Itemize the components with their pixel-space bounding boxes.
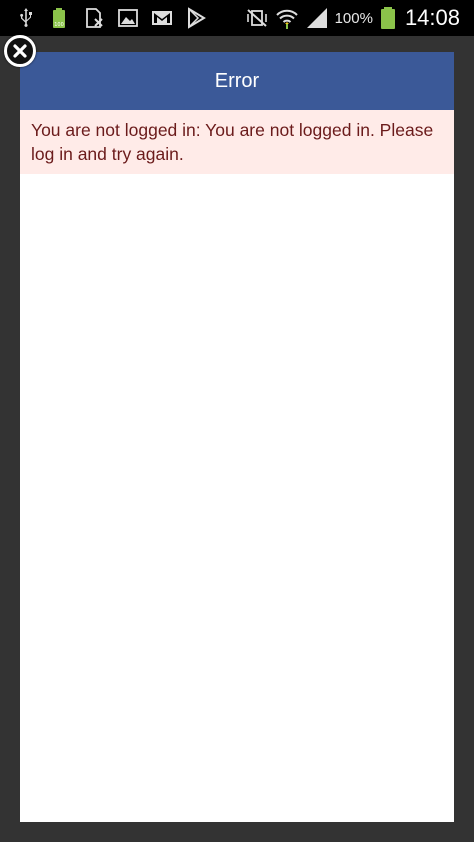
wifi-icon: [275, 6, 299, 30]
dialog-overlay: Error You are not logged in: You are not…: [0, 36, 474, 842]
status-bar: 100 100% 14:08: [0, 0, 474, 36]
notification-icons: 100: [14, 5, 208, 31]
battery-icon: [379, 6, 397, 30]
error-dialog: Error You are not logged in: You are not…: [20, 52, 454, 822]
clock: 14:08: [404, 5, 460, 30]
gallery-icon: [116, 6, 140, 30]
dialog-title: Error: [214, 69, 260, 92]
close-icon: [13, 44, 27, 58]
gmail-icon: [150, 6, 174, 30]
system-icons: 100% 14:08: [245, 4, 460, 32]
error-message: You are not logged in: You are not logge…: [31, 120, 434, 164]
play-store-icon: [184, 6, 208, 30]
svg-text:100: 100: [54, 22, 64, 28]
dialog-header: Error: [20, 52, 454, 110]
error-message-banner: You are not logged in: You are not logge…: [20, 110, 454, 174]
signal-icon: [305, 6, 329, 30]
close-button[interactable]: [4, 35, 36, 67]
mute-vibrate-icon: [245, 6, 269, 30]
sim-error-icon: [82, 6, 106, 30]
battery-percent: 100%: [334, 9, 373, 27]
battery-small-icon: 100: [48, 6, 72, 30]
usb-icon: [14, 6, 38, 30]
